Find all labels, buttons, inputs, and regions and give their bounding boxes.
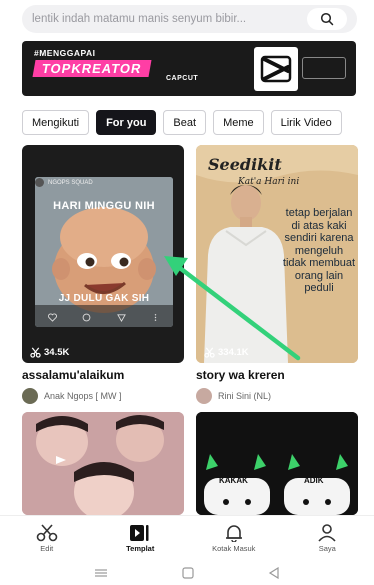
template-title[interactable]: assalamu'alaikum: [22, 368, 124, 382]
search-button[interactable]: [307, 8, 347, 30]
search-input[interactable]: lentik indah matamu manis senyum bibir..…: [32, 13, 307, 25]
nav-label: Templat: [126, 544, 155, 553]
person-icon: [318, 524, 336, 542]
tab-lirik-video[interactable]: Lirik Video: [270, 110, 342, 135]
promo-banner[interactable]: #MENGGAPAI TOPKREATOR CAPCUT: [22, 41, 356, 96]
template-thumbnail[interactable]: NGOPS SQUAD HARI MINGGU NIH JJ DULU GAK …: [22, 145, 184, 363]
card-quote: tetap berjalan di atas kaki sendiri kare…: [282, 207, 356, 294]
bell-icon: [225, 525, 242, 542]
banner-hashtag: #MENGGAPAI: [34, 48, 96, 58]
nav-saya[interactable]: Saya: [290, 524, 364, 553]
author-name: Anak Ngops [ MW ]: [44, 391, 122, 401]
avatar: [22, 388, 38, 404]
template-thumbnail[interactable]: KAKAK ADIK: [196, 412, 358, 515]
capcut-logo: [254, 47, 298, 91]
channel-avatar: [35, 178, 44, 187]
bottom-nav: Edit Templat Kotak Masuk Saya: [0, 515, 374, 561]
share-icon: [116, 314, 126, 322]
template-card[interactable]: KAKAK ADIK: [196, 412, 358, 515]
more-icon: [155, 314, 157, 321]
template-thumbnail[interactable]: [22, 412, 184, 515]
tab-for-you[interactable]: For you: [96, 110, 157, 135]
channel-name: NGOPS SQUAD: [48, 179, 93, 186]
template-author[interactable]: Anak Ngops [ MW ]: [22, 388, 122, 404]
meme-caption-top: HARI MINGGU NIH: [53, 200, 155, 212]
nav-templat[interactable]: Templat: [103, 524, 177, 553]
back-icon[interactable]: [268, 567, 280, 579]
banner-date-box: [302, 57, 346, 79]
card-label-right: ADIK: [304, 476, 324, 485]
meme-caption-bottom: JJ DULU GAK SIH: [58, 293, 150, 304]
home-icon[interactable]: [182, 567, 194, 579]
card-script-subtitle: Kat'a Hari ini: [238, 177, 300, 187]
scissors-icon: [30, 347, 41, 358]
nav-edit[interactable]: Edit: [10, 524, 84, 553]
heart-icon: [47, 313, 57, 322]
category-tabs: Mengikuti For you Beat Meme Lirik Video: [22, 110, 374, 135]
search-bar[interactable]: lentik indah matamu manis senyum bibir..…: [22, 5, 357, 33]
template-card[interactable]: [22, 412, 184, 515]
card-script-title: Seedikit: [208, 155, 282, 174]
template-title[interactable]: story wa kreren: [196, 368, 285, 382]
scissors-icon: [36, 524, 58, 542]
tab-mengikuti[interactable]: Mengikuti: [22, 110, 90, 135]
nav-label: Saya: [318, 544, 336, 553]
view-count: 34.5K: [30, 347, 69, 358]
scissors-icon: [204, 347, 215, 358]
comment-icon: [82, 313, 91, 322]
banner-brand: CAPCUT: [166, 75, 199, 82]
author-name: Rini Sini (NL): [218, 391, 272, 401]
tab-beat[interactable]: Beat: [163, 110, 207, 135]
nav-kotak-masuk[interactable]: Kotak Masuk: [197, 524, 271, 553]
view-count: 334.1K: [204, 347, 249, 358]
template-author[interactable]: Rini Sini (NL): [196, 388, 271, 404]
card-label-left: KAKAK: [219, 476, 248, 485]
template-thumbnail[interactable]: Seedikit Kat'a Hari ini tetap berjalan d…: [196, 145, 358, 363]
template-card[interactable]: NGOPS SQUAD HARI MINGGU NIH JJ DULU GAK …: [22, 145, 184, 405]
nav-label: Edit: [40, 544, 54, 553]
tab-meme[interactable]: Meme: [213, 110, 264, 135]
template-card[interactable]: Seedikit Kat'a Hari ini tetap berjalan d…: [196, 145, 358, 405]
avatar: [196, 388, 212, 404]
search-icon: [320, 12, 334, 26]
nav-label: Kotak Masuk: [212, 544, 256, 553]
banner-title: TOPKREATOR: [32, 60, 152, 77]
menu-icon[interactable]: [94, 568, 108, 578]
template-icon: [130, 525, 149, 541]
meme-actions: [35, 313, 173, 322]
system-nav-bar: [0, 561, 374, 585]
